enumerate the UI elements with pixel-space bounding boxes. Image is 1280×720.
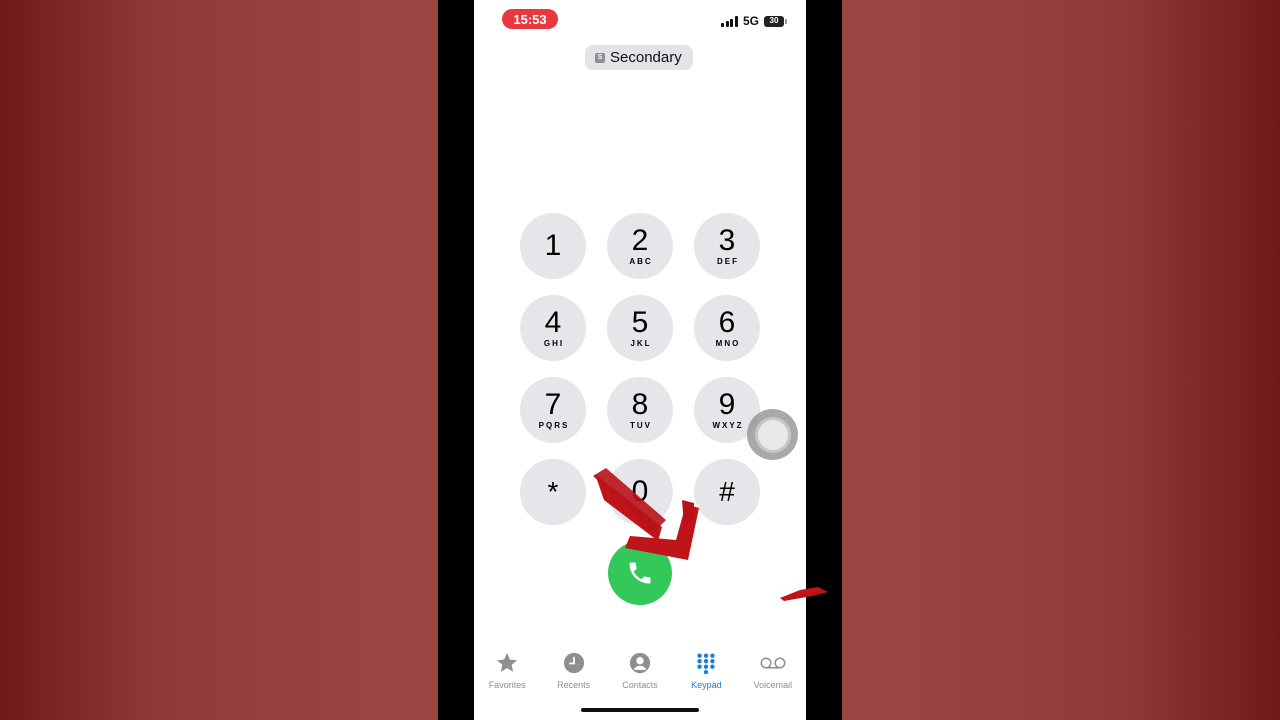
key-4[interactable]: 4 GHI	[520, 295, 586, 361]
key-letters: ABC	[629, 257, 653, 266]
tab-label: Favorites	[488, 680, 526, 690]
assistive-touch-button[interactable]	[747, 409, 798, 460]
key-digit: 8	[631, 388, 649, 421]
key-2[interactable]: 2 ABC	[607, 213, 673, 279]
voicemail-icon	[760, 650, 786, 676]
key-7[interactable]: 7 PQRS	[520, 377, 586, 443]
clock-icon	[561, 650, 587, 676]
home-indicator[interactable]	[581, 708, 699, 712]
key-digit: 3	[718, 224, 736, 257]
key-digit: 5	[631, 306, 649, 339]
line-selector-label: Secondary	[610, 49, 682, 66]
tab-recents[interactable]: Recents	[540, 650, 606, 695]
key-digit: 1	[544, 229, 562, 262]
key-digit: 7	[544, 388, 562, 421]
key-digit: #	[719, 476, 735, 507]
key-digit: *	[547, 476, 559, 507]
star-icon	[494, 650, 520, 676]
call-button[interactable]	[608, 541, 672, 605]
network-type: 5G	[742, 14, 759, 28]
sim-badge-icon: S	[595, 52, 605, 63]
status-time-label: 15:53	[513, 11, 547, 27]
tab-bar: Favorites Recents Contacts Keypad Voicem…	[474, 650, 806, 695]
key-digit: 2	[631, 224, 649, 257]
assistive-touch-dot	[757, 419, 788, 450]
phone-screen: 15:53 5G 30 S Secondary 1 2 ABC 3 DEF 4 …	[474, 0, 806, 720]
tab-contacts[interactable]: Contacts	[607, 650, 673, 695]
key-6[interactable]: 6 MNO	[694, 295, 760, 361]
tab-voicemail[interactable]: Voicemail	[740, 650, 806, 695]
key-letters: JKL	[630, 339, 652, 348]
keypad-icon	[693, 650, 719, 676]
status-indicators: 5G 30	[721, 14, 787, 28]
tab-label: Contacts	[622, 680, 658, 690]
key-digit: 9	[718, 388, 736, 421]
key-digit: 4	[544, 306, 562, 339]
key-1[interactable]: 1	[520, 213, 586, 279]
person-icon	[627, 650, 653, 676]
key-letters: PQRS	[538, 421, 570, 430]
key-digit: 0	[631, 475, 649, 508]
key-letters: TUV	[630, 421, 652, 430]
key-3[interactable]: 3 DEF	[694, 213, 760, 279]
key-letters: GHI	[543, 339, 565, 348]
key-5[interactable]: 5 JKL	[607, 295, 673, 361]
key-hash[interactable]: #	[694, 459, 760, 525]
signal-icon	[721, 15, 738, 27]
tab-favorites[interactable]: Favorites	[474, 650, 540, 695]
tab-label: Recents	[557, 680, 591, 690]
battery-icon: 30	[764, 15, 787, 27]
battery-level: 30	[769, 16, 779, 25]
key-letters: DEF	[717, 257, 739, 266]
line-selector[interactable]: S Secondary	[585, 45, 693, 70]
key-letters: WXYZ	[712, 421, 744, 430]
tab-label: Keypad	[691, 680, 722, 690]
key-0[interactable]: 0	[607, 459, 673, 525]
key-letters: MNO	[715, 339, 741, 348]
tab-keypad[interactable]: Keypad	[673, 650, 739, 695]
key-star[interactable]: *	[520, 459, 586, 525]
phone-icon	[629, 562, 651, 584]
key-8[interactable]: 8 TUV	[607, 377, 673, 443]
status-time[interactable]: 15:53	[502, 9, 558, 29]
tab-label: Voicemail	[753, 680, 793, 690]
key-digit: 6	[718, 306, 736, 339]
